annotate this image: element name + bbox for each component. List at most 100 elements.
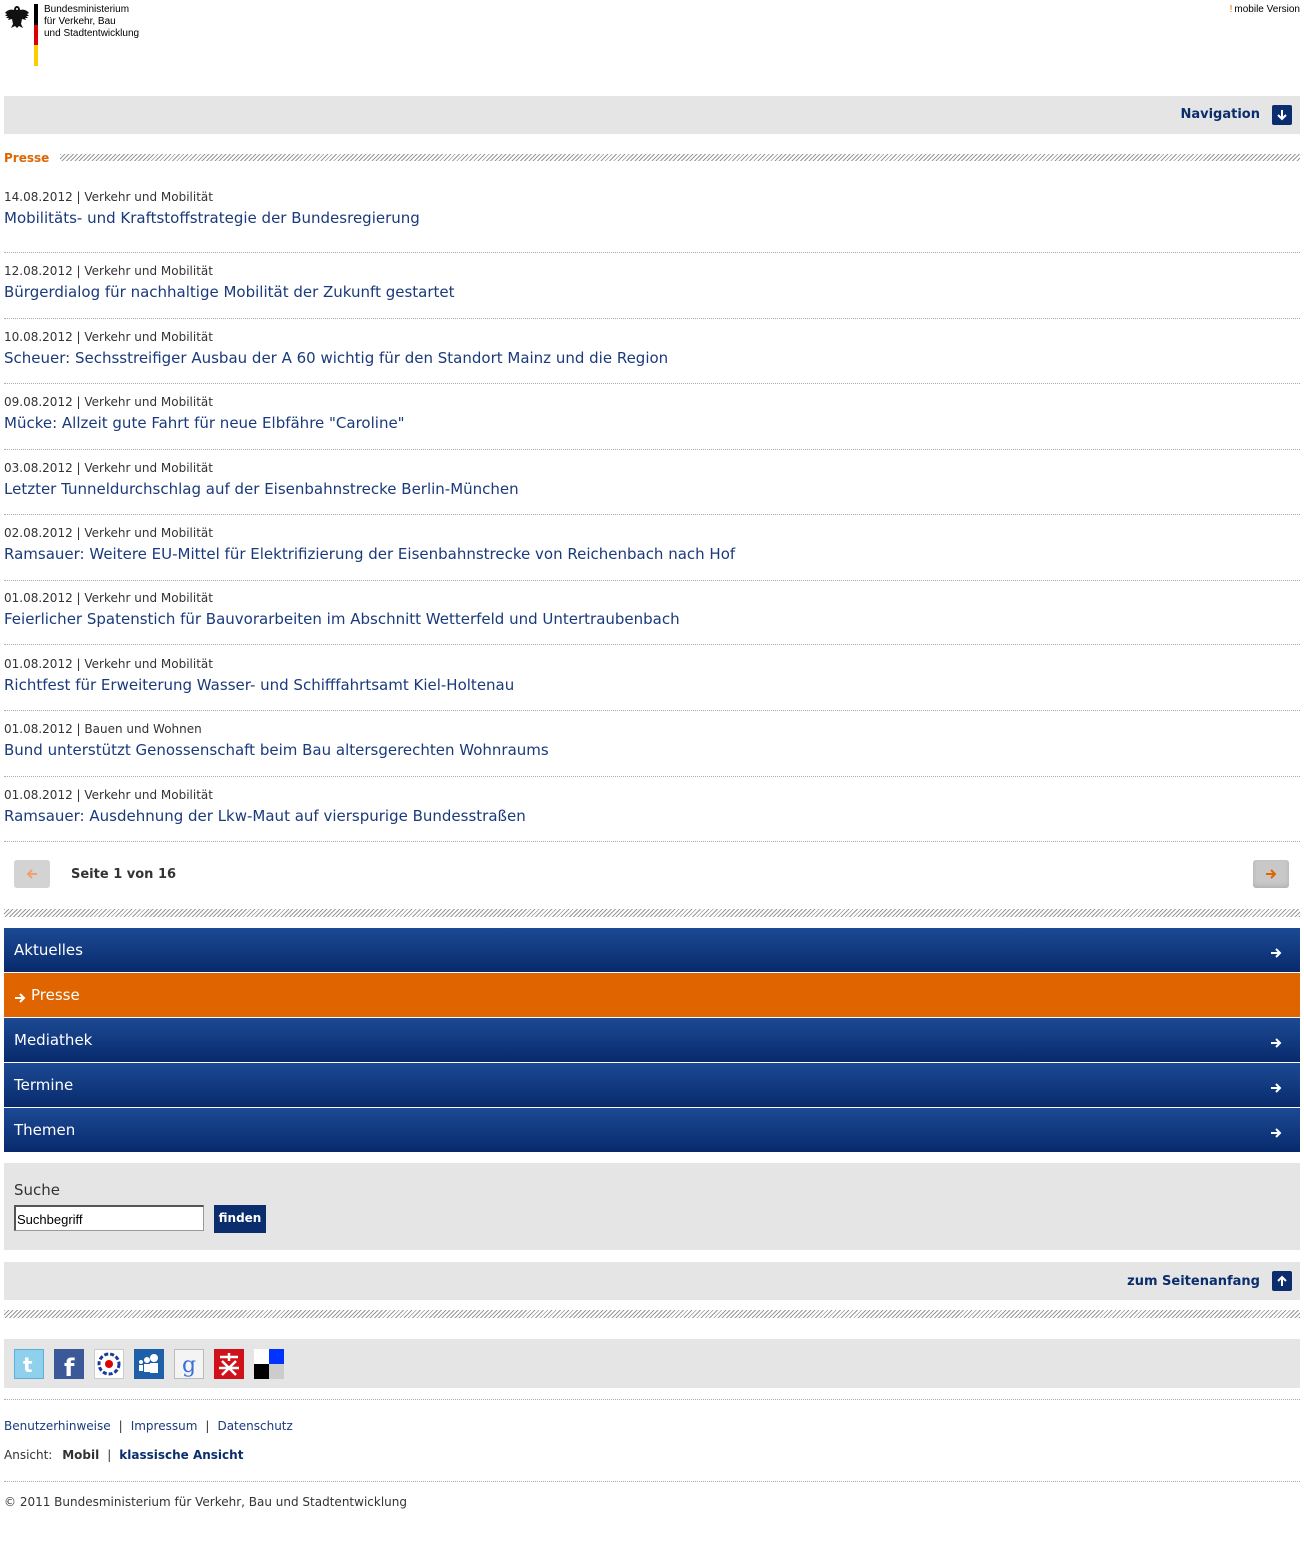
svg-text:t: t [23,1353,33,1377]
arrow-up-icon[interactable] [1272,1271,1292,1291]
view-classic-link[interactable]: klassische Ansicht [119,1448,243,1462]
menu-item-label: Aktuelles [14,941,83,959]
google-icon[interactable]: g [174,1349,204,1379]
footer-link-datenschutz[interactable]: Datenschutz [217,1419,292,1433]
news-meta: 10.08.2012 | Verkehr und Mobilität [4,330,1300,344]
search-button[interactable]: finden [214,1205,266,1233]
arrow-down-icon[interactable] [1272,105,1292,125]
footer-separator: | [118,1419,123,1433]
news-item[interactable]: 03.08.2012 | Verkehr und Mobilität Letzte… [4,461,1300,515]
menu-item-label: Presse [31,986,80,1004]
arrow-right-icon [1270,944,1282,963]
news-item[interactable]: 01.08.2012 | Verkehr und Mobilität Richtf… [4,657,1300,711]
news-category: Verkehr und Mobilität [84,526,213,540]
svg-text:f: f [64,1354,75,1379]
german-flag-stripe [34,4,38,66]
menu-item-aktuelles[interactable]: Aktuelles [4,928,1300,972]
search-panel: Suche finden [4,1163,1300,1250]
news-meta: 02.08.2012 | Verkehr und Mobilität [4,526,1300,540]
meta-separator: | [72,657,85,671]
view-mobile-current: Mobil [62,1448,100,1462]
next-page-button[interactable] [1253,860,1289,888]
news-category: Verkehr und Mobilität [84,788,213,802]
news-headline-link[interactable]: Ramsauer: Weitere EU-Mittel für Elektrif… [4,545,1300,563]
news-headline-link[interactable]: Letzter Tunneldurchschlag auf der Eisenb… [4,480,1300,498]
menu-item-label: Termine [14,1076,74,1094]
menu-item-presse[interactable]: Presse [4,973,1300,1017]
news-date: 09.08.2012 [4,395,73,409]
meta-separator: | [72,395,85,409]
news-date: 03.08.2012 [4,461,73,475]
navigation-bar[interactable]: Navigation [4,96,1300,134]
section-title: Presse [4,151,58,165]
menu-item-themen[interactable]: Themen [4,1108,1300,1152]
ministry-name: Bundesministerium für Verkehr, Bau und S… [44,4,140,39]
news-headline-link[interactable]: Bund unterstützt Genossenschaft beim Bau… [4,741,1300,759]
delicious-icon[interactable] [254,1349,284,1379]
news-headline-link[interactable]: Ramsauer: Ausdehnung der Lkw-Maut auf vi… [4,807,1300,825]
footer-separator: | [205,1419,210,1433]
arrow-right-icon [1270,1079,1282,1098]
news-category: Verkehr und Mobilität [84,330,213,344]
news-meta: 01.08.2012 | Verkehr und Mobilität [4,788,1300,802]
news-item[interactable]: 10.08.2012 | Verkehr und Mobilität Scheue… [4,330,1300,384]
view-label: Ansicht: [4,1448,53,1462]
search-input[interactable] [14,1205,204,1231]
arrow-right-icon [1270,1034,1282,1053]
news-headline-link[interactable]: Feierlicher Spatenstich für Bauvorarbeit… [4,610,1300,628]
misterwong-icon[interactable] [214,1349,244,1379]
copyright: © 2011 Bundesministerium für Verkehr, Ba… [4,1495,407,1509]
previous-page-button[interactable] [14,860,50,888]
meta-separator: | [72,526,85,540]
news-item[interactable]: 14.08.2012 | Verkehr und Mobilität Mobili… [4,190,1300,253]
footer-link-benutzerhinweise[interactable]: Benutzerhinweise [4,1419,111,1433]
news-meta: 12.08.2012 | Verkehr und Mobilität [4,264,1300,278]
news-date: 10.08.2012 [4,330,73,344]
news-meta: 01.08.2012 | Verkehr und Mobilität [4,657,1300,671]
news-date: 01.08.2012 [4,788,73,802]
news-date: 02.08.2012 [4,526,73,540]
news-item[interactable]: 01.08.2012 | Verkehr und Mobilität Ramsau… [4,788,1300,842]
news-item[interactable]: 01.08.2012 | Bauen und Wohnen Bund unters… [4,722,1300,777]
news-item[interactable]: 12.08.2012 | Verkehr und Mobilität Bürger… [4,264,1300,319]
news-category: Verkehr und Mobilität [84,461,213,475]
meta-separator: | [72,461,85,475]
meta-separator: | [72,190,85,204]
news-headline-link[interactable]: Mobilitäts- und Kraftstoffstrategie der … [4,209,1300,227]
news-item[interactable]: 01.08.2012 | Verkehr und Mobilität Feierl… [4,591,1300,645]
menu-item-label: Themen [14,1121,76,1139]
social-bookmarks: t f g [4,1339,1300,1388]
meta-separator: | [72,722,85,736]
arrow-right-icon [1266,869,1277,879]
ministry-logo[interactable]: Bundesministerium für Verkehr, Bau und S… [4,4,164,68]
news-item[interactable]: 09.08.2012 | Verkehr und Mobilität Mücke:… [4,395,1300,450]
twitter-icon[interactable]: t [14,1349,44,1379]
news-category: Verkehr und Mobilität [84,591,213,605]
news-date: 01.08.2012 [4,591,73,605]
news-headline-link[interactable]: Scheuer: Sechsstreifiger Ausbau der A 60… [4,349,1300,367]
news-date: 14.08.2012 [4,190,73,204]
facebook-icon[interactable]: f [54,1349,84,1382]
menu-item-label: Mediathek [14,1031,93,1049]
news-category: Verkehr und Mobilität [84,657,213,671]
menu-item-mediathek[interactable]: Mediathek [4,1018,1300,1062]
webnews-icon[interactable] [94,1349,124,1379]
menu-item-termine[interactable]: Termine [4,1063,1300,1107]
meta-separator: | [72,788,85,802]
news-date: 12.08.2012 [4,264,73,278]
news-headline-link[interactable]: Richtfest für Erweiterung Wasser- und Sc… [4,676,1300,694]
news-category: Bauen und Wohnen [84,722,202,736]
meta-separator: | [72,330,85,344]
arrow-right-icon [14,989,26,1008]
news-item[interactable]: 02.08.2012 | Verkehr und Mobilität Ramsau… [4,526,1300,581]
news-date: 01.08.2012 [4,657,73,671]
divider [4,1399,1300,1400]
footer-link-impressum[interactable]: Impressum [131,1419,198,1433]
news-headline-link[interactable]: Bürgerdialog für nachhaltige Mobilität d… [4,283,1300,301]
back-to-top-bar[interactable]: zum Seitenanfang [4,1262,1300,1300]
news-headline-link[interactable]: Mücke: Allzeit gute Fahrt für neue Elbfä… [4,414,1300,432]
navigation-label: Navigation [1180,107,1260,122]
news-meta: 01.08.2012 | Verkehr und Mobilität [4,591,1300,605]
myspace-icon[interactable] [134,1349,164,1379]
mobile-version-link[interactable]: ! mobile Version [1230,4,1300,15]
